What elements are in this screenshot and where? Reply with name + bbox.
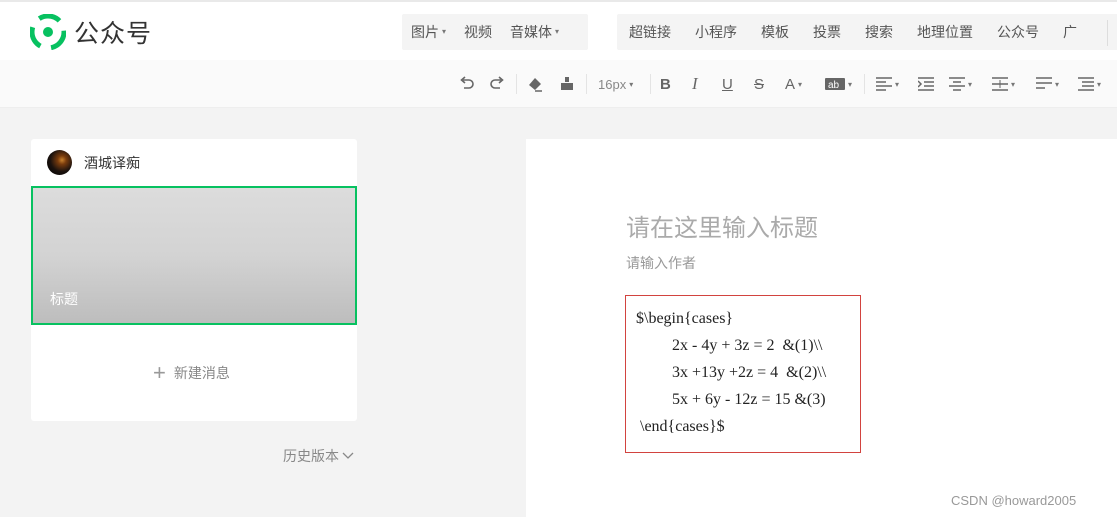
menu-video[interactable]: 视频 [455, 14, 501, 50]
chevron-down-icon: ▾ [629, 79, 634, 89]
indent-icon[interactable] [918, 73, 934, 95]
font-size-select[interactable]: 16px ▾ [598, 73, 633, 95]
chevron-down-icon [342, 452, 354, 459]
article-cover-title: 标题 [50, 291, 78, 307]
app-logo[interactable]: 公众号 [30, 14, 152, 50]
divider [586, 74, 587, 94]
italic-icon[interactable]: I [692, 73, 698, 95]
media-menu: 图片 ▾ 视频 音媒体 ▾ [402, 14, 588, 50]
history-version-label: 历史版本 [283, 448, 339, 464]
formula-block[interactable]: $\begin{cases} 2x - 4y + 3z = 2 &(1)\\ 3… [625, 295, 861, 453]
eraser-icon[interactable] [526, 73, 544, 95]
paragraph-spacing-icon[interactable]: ▾ [992, 73, 1015, 95]
svg-text:ab: ab [828, 80, 840, 91]
chevron-down-icon: ▾ [442, 27, 447, 36]
undo-icon[interactable] [458, 73, 476, 95]
article-cover-item[interactable]: 标题 [31, 186, 357, 325]
author-input[interactable]: 请输入作者 [626, 253, 696, 273]
editor-area[interactable]: 请在这里输入标题 请输入作者 $\begin{cases} 2x - 4y + … [526, 139, 1117, 517]
app-title: 公众号 [74, 20, 153, 48]
plus-icon: + [153, 360, 166, 385]
watermark: CSDN @howard2005 [951, 493, 1077, 508]
formula-line: \end{cases}$ [640, 418, 725, 435]
font-size-value: 16px [598, 76, 627, 92]
title-input[interactable]: 请在这里输入标题 [626, 208, 818, 243]
wechat-official-logo-icon [30, 14, 66, 50]
divider [516, 74, 517, 94]
top-bar: 公众号 图片 ▾ 视频 音媒体 ▾ 超链接 小程序 模板 投票 搜索 地理位置 … [0, 0, 1117, 60]
insert-menu: 超链接 小程序 模板 投票 搜索 地理位置 公众号 广 [617, 14, 1117, 50]
divider [1107, 20, 1108, 46]
new-message-button[interactable]: + 新建消息 [153, 360, 230, 385]
align-left-icon[interactable]: ▾ [876, 73, 899, 95]
history-version-dropdown[interactable]: 历史版本 [283, 446, 354, 466]
menu-hyperlink[interactable]: 超链接 [617, 14, 683, 50]
background-color-icon[interactable]: ab ▾ [825, 73, 852, 95]
menu-vote[interactable]: 投票 [801, 14, 853, 50]
account-name: 酒城译痴 [84, 154, 140, 171]
new-message-label: 新建消息 [173, 365, 230, 381]
account-row: 酒城译痴 [47, 150, 140, 175]
menu-ad[interactable]: 广 [1051, 14, 1089, 50]
menu-audio[interactable]: 音媒体 ▾ [501, 14, 568, 50]
menu-image[interactable]: 图片 ▾ [402, 14, 455, 50]
menu-video-label: 视频 [464, 24, 493, 40]
bold-icon[interactable]: B [660, 73, 671, 95]
font-color-icon[interactable]: A ▾ [785, 73, 802, 95]
strikethrough-icon[interactable]: S [754, 73, 764, 95]
list-icon[interactable]: ▾ [1078, 73, 1101, 95]
menu-audio-label: 音媒体 [510, 24, 553, 40]
formula-line: $\begin{cases} [636, 310, 734, 327]
menu-mini-program[interactable]: 小程序 [683, 14, 749, 50]
line-height-icon[interactable]: ▾ [949, 73, 972, 95]
underline-icon[interactable]: U [722, 73, 733, 95]
divider [864, 74, 865, 94]
menu-location[interactable]: 地理位置 [905, 14, 985, 50]
format-toolbar: 16px ▾ B I U S A ▾ ab ▾ ▾ ▾ ▾ ▾ ▾ [0, 60, 1117, 108]
menu-template[interactable]: 模板 [749, 14, 801, 50]
avatar [47, 150, 72, 175]
article-list-card: 酒城译痴 标题 + 新建消息 [31, 139, 357, 421]
formula-line: 2x - 4y + 3z = 2 &(1)\\ [672, 337, 823, 354]
formula-line: 5x + 6y - 12z = 15 &(3) [672, 391, 826, 408]
justify-icon[interactable]: ▾ [1036, 73, 1059, 95]
formula-line: 3x +13y +2z = 4 &(2)\\ [672, 364, 827, 381]
menu-official-account[interactable]: 公众号 [985, 14, 1051, 50]
menu-search[interactable]: 搜索 [853, 14, 905, 50]
format-brush-icon[interactable] [558, 73, 576, 95]
divider [650, 74, 651, 94]
redo-icon[interactable] [488, 73, 506, 95]
chevron-down-icon: ▾ [555, 27, 560, 36]
menu-image-label: 图片 [411, 24, 439, 40]
